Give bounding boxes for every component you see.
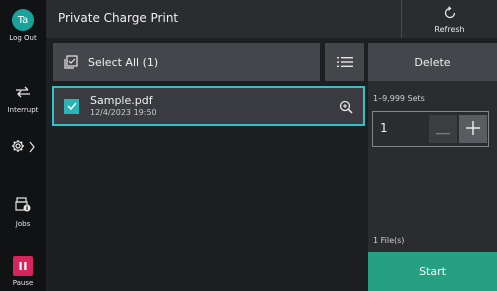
file-name: Sample.pdf (90, 94, 153, 107)
delete-label: Delete (414, 55, 451, 69)
list-icon (336, 53, 353, 72)
select-all-button[interactable]: Select All (1) (53, 43, 320, 81)
avatar: Ta (12, 9, 34, 31)
select-all-label: Select All (1) (88, 55, 159, 69)
logout-label: Log Out (9, 34, 37, 42)
decrement-button[interactable] (429, 115, 457, 143)
file-count: 1 File(s) (373, 236, 405, 245)
pause-icon (13, 256, 33, 276)
start-label: Start (419, 265, 446, 278)
refresh-icon (443, 5, 457, 24)
list-view-button[interactable] (325, 43, 364, 81)
jobs-button[interactable]: Jobs (0, 197, 46, 228)
logout-button[interactable]: Ta Log Out (0, 9, 46, 42)
chevron-right-icon (29, 138, 35, 157)
zoom-in-icon[interactable] (339, 99, 353, 118)
file-checkbox[interactable] (64, 98, 79, 114)
interrupt-icon (15, 84, 31, 103)
interrupt-label: Interrupt (7, 106, 39, 114)
quantity-value[interactable]: 1 (380, 121, 388, 135)
minus-icon (436, 120, 450, 139)
select-all-icon (64, 55, 78, 69)
file-date: 12/4/2023 19:50 (90, 108, 157, 117)
header-bar: Private Charge Print Refresh (46, 0, 497, 38)
list-item[interactable]: Sample.pdf 12/4/2023 19:50 (52, 86, 365, 126)
settings-button[interactable] (0, 138, 46, 157)
increment-button[interactable] (459, 115, 487, 143)
start-button[interactable]: Start (368, 252, 497, 291)
sets-range-label: 1–9,999 Sets (373, 94, 425, 103)
quantity-stepper[interactable]: 1 (372, 111, 489, 147)
avatar-initials: Ta (17, 14, 29, 26)
gear-icon (11, 138, 25, 157)
left-rail: Ta Log Out Interrupt Jobs Pause (0, 0, 46, 291)
pause-label: Pause (12, 279, 34, 287)
pause-button[interactable]: Pause (0, 256, 46, 287)
interrupt-button[interactable]: Interrupt (0, 84, 46, 114)
refresh-button[interactable]: Refresh (401, 0, 497, 38)
refresh-label: Refresh (434, 24, 465, 34)
jobs-label: Jobs (15, 220, 31, 228)
jobs-icon (15, 197, 31, 217)
delete-button[interactable]: Delete (368, 43, 497, 81)
page-title: Private Charge Print (58, 11, 179, 25)
plus-icon (466, 120, 480, 139)
